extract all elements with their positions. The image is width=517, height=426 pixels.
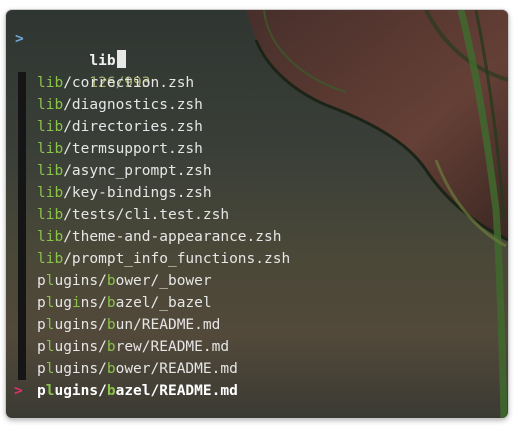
path-text: ugins/ (54, 339, 107, 355)
path-text: /directories.zsh (63, 119, 203, 135)
path-text: ower/_bower (115, 273, 212, 289)
result-item[interactable]: lib/async_prompt.zsh (6, 160, 508, 182)
path-text: p (37, 383, 46, 399)
result-item[interactable]: plugins/bower/README.md (6, 358, 508, 380)
result-gutter (18, 292, 26, 314)
match-highlight: b (106, 295, 116, 311)
match-count-line: 126/993 (6, 50, 508, 91)
result-item[interactable]: plugins/bower/_bower (6, 270, 508, 292)
result-item[interactable]: plugins/bun/README.md (6, 314, 508, 336)
terminal-window: > lib 126/993 lib/correction.zsh lib/diagn… (6, 10, 508, 418)
match-highlight: lib (37, 141, 64, 157)
selection-arrow-icon: > (14, 383, 23, 399)
path-text: ns/ (80, 295, 107, 311)
result-item[interactable]: lib/termsupport.zsh (6, 138, 508, 160)
results-list: lib/correction.zsh lib/diagnostics.zsh lib… (6, 72, 508, 402)
path-text: p (37, 361, 46, 377)
path-text: /prompt_info_functions.zsh (63, 251, 291, 267)
match-highlight: b (106, 273, 116, 289)
path-text: ug (54, 295, 72, 311)
path-text: ugins/ (54, 383, 107, 399)
result-gutter (18, 358, 26, 380)
path-text: rew/README.md (115, 339, 230, 355)
match-highlight: b (106, 361, 116, 377)
terminal-output[interactable]: > lib 126/993 lib/correction.zsh lib/diagn… (6, 28, 508, 402)
path-text: /theme-and-appearance.zsh (63, 229, 282, 245)
result-item[interactable]: plugins/brew/README.md (6, 336, 508, 358)
match-highlight: lib (37, 229, 64, 245)
result-gutter (18, 204, 26, 226)
path-text: azel/README.md (115, 383, 238, 399)
result-item[interactable]: lib/diagnostics.zsh (6, 94, 508, 116)
match-highlight: b (106, 383, 116, 399)
path-text: /termsupport.zsh (63, 141, 203, 157)
result-item[interactable]: lib/theme-and-appearance.zsh (6, 226, 508, 248)
match-highlight: lib (37, 75, 64, 91)
path-text: p (37, 339, 46, 355)
prompt-arrow-icon: > (15, 31, 24, 47)
path-text: /tests/cli.test.zsh (63, 207, 230, 223)
result-gutter (18, 270, 26, 292)
result-gutter (18, 336, 26, 358)
match-highlight: b (106, 339, 116, 355)
path-text: ugins/ (54, 273, 107, 289)
path-text: ugins/ (54, 361, 107, 377)
result-gutter (18, 182, 26, 204)
match-highlight: lib (37, 97, 64, 113)
path-text: ugins/ (54, 317, 107, 333)
result-gutter (18, 314, 26, 336)
path-text: p (37, 273, 46, 289)
result-item-selected[interactable]: > plugins/bazel/README.md (6, 380, 508, 402)
match-highlight: lib (37, 185, 64, 201)
prompt-line[interactable]: > lib (6, 28, 508, 69)
match-highlight: lib (37, 119, 64, 135)
result-gutter (18, 160, 26, 182)
path-text: un/README.md (115, 317, 221, 333)
match-highlight: lib (37, 163, 64, 179)
result-item[interactable]: lib/directories.zsh (6, 116, 508, 138)
path-text: /async_prompt.zsh (63, 163, 212, 179)
path-text: /correction.zsh (63, 75, 195, 91)
path-text: p (37, 295, 46, 311)
result-item[interactable]: plugins/bazel/_bazel (6, 292, 508, 314)
result-gutter (18, 226, 26, 248)
result-gutter (18, 72, 26, 94)
result-item[interactable]: lib/key-bindings.zsh (6, 182, 508, 204)
match-highlight: lib (37, 251, 64, 267)
path-text: /diagnostics.zsh (63, 97, 203, 113)
result-item[interactable]: lib/prompt_info_functions.zsh (6, 248, 508, 270)
result-gutter (18, 248, 26, 270)
match-highlight: lib (37, 207, 64, 223)
path-text: /key-bindings.zsh (63, 185, 212, 201)
result-gutter (18, 94, 26, 116)
path-text: azel/_bazel (115, 295, 212, 311)
match-highlight: i (71, 295, 81, 311)
path-text: ower/README.md (115, 361, 238, 377)
result-gutter (18, 138, 26, 160)
result-item[interactable]: lib/correction.zsh (6, 72, 508, 94)
result-gutter (18, 116, 26, 138)
path-text: p (37, 317, 46, 333)
match-highlight: b (106, 317, 116, 333)
result-item[interactable]: lib/tests/cli.test.zsh (6, 204, 508, 226)
